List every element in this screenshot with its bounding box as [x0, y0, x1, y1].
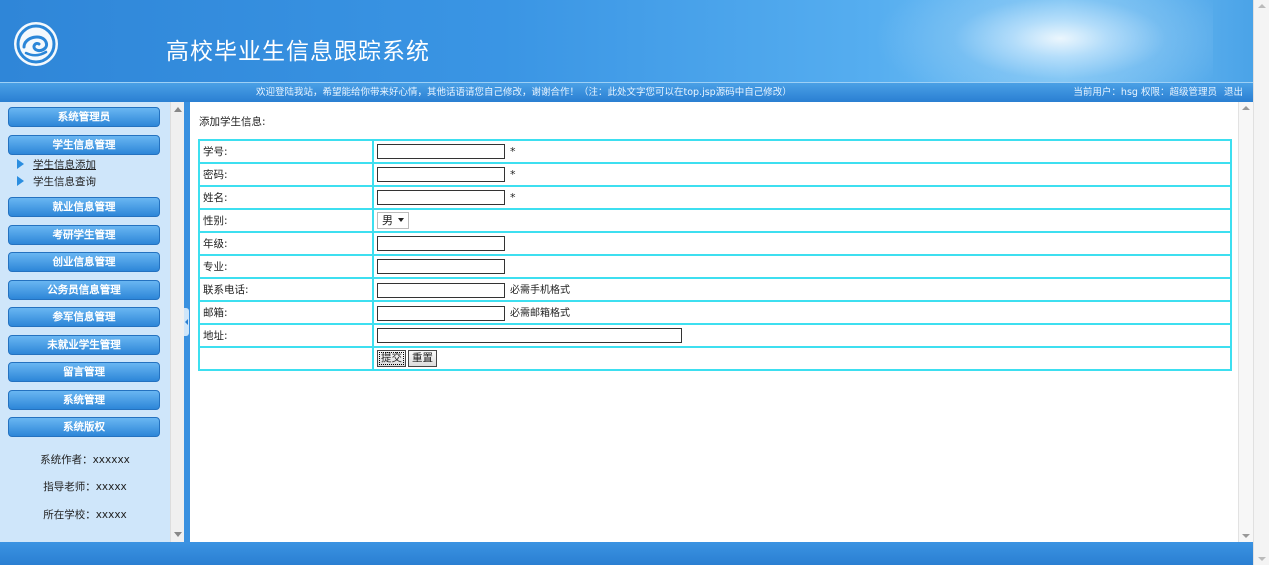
scroll-down-icon[interactable]: [1242, 534, 1250, 538]
top-info-bar: 欢迎登陆我站，希望能给你带来好心情，其他话语请您自己修改，谢谢合作！（注：此处文…: [0, 82, 1253, 102]
required-mark: *: [510, 144, 516, 158]
scroll-up-icon[interactable]: [1258, 4, 1266, 8]
system-title: 高校毕业生信息跟踪系统: [166, 39, 430, 65]
window-scrollbar[interactable]: [1253, 0, 1269, 565]
credit-school: 所在学校：xxxxx: [43, 509, 127, 521]
table-row: 姓名: *: [200, 187, 1230, 208]
menu-system-admin[interactable]: 系统管理员: [8, 107, 160, 127]
sidebar-menu: 系统管理员 学生信息管理 学生信息添加 学生信息查询 就业信息管理 考研学生管理…: [0, 102, 170, 542]
table-row: 专业:: [200, 256, 1230, 277]
student-id-input[interactable]: [377, 144, 505, 159]
scroll-down-icon[interactable]: [174, 532, 182, 537]
sidebar-item-label: 学生信息添加: [33, 159, 96, 171]
email-format-hint: 必需邮箱格式: [510, 308, 570, 320]
current-user-text: 当前用户：hsg 权限：超级管理员: [1073, 87, 1217, 98]
table-row: 性别: 男: [200, 210, 1230, 231]
field-label: 邮箱:: [200, 302, 372, 323]
gender-select[interactable]: 男: [377, 212, 409, 229]
field-label: 密码:: [200, 164, 372, 185]
menu-postgrad-students[interactable]: 考研学生管理: [8, 225, 160, 245]
grade-input[interactable]: [377, 236, 505, 251]
student-form-table: 学号: * 密码: * 姓名: * 性别: 男 年级: 专业: 联系电话: 必需…: [198, 139, 1232, 371]
table-row: 提交 重置: [200, 348, 1230, 369]
menu-system-copyright[interactable]: 系统版权: [8, 417, 160, 437]
main-content: 添加学生信息: 学号: * 密码: * 姓名: * 性别: 男 年级: 专业: …: [190, 102, 1238, 542]
submit-button[interactable]: 提交: [377, 350, 406, 367]
field-label: 联系电话:: [200, 279, 372, 300]
header-swirl-decoration: [873, 0, 1213, 82]
required-mark: *: [510, 190, 516, 204]
table-row: 密码: *: [200, 164, 1230, 185]
sidebar-scrollbar[interactable]: [170, 102, 184, 542]
collapse-handle[interactable]: [184, 308, 189, 336]
credit-author: 系统作者：xxxxxx: [40, 454, 130, 466]
menu-civil-servant-info[interactable]: 公务员信息管理: [8, 280, 160, 300]
system-logo-icon: [14, 22, 58, 66]
welcome-text: 欢迎登陆我站，希望能给你带来好心情，其他话语请您自己修改，谢谢合作！（注：此处文…: [256, 87, 792, 98]
menu-military-info[interactable]: 参军信息管理: [8, 307, 160, 327]
address-input[interactable]: [377, 328, 682, 343]
scroll-up-icon[interactable]: [1242, 106, 1250, 110]
menu-unemployed-students[interactable]: 未就业学生管理: [8, 335, 160, 355]
arrow-right-icon: [17, 176, 24, 186]
table-row: 联系电话: 必需手机格式: [200, 279, 1230, 300]
chevron-left-icon: [185, 319, 188, 325]
header-banner: 高校毕业生信息跟踪系统: [0, 0, 1253, 82]
page-title: 添加学生信息:: [199, 116, 266, 128]
name-input[interactable]: [377, 190, 505, 205]
field-label: 性别:: [200, 210, 372, 231]
chevron-down-icon: [398, 218, 404, 222]
required-mark: *: [510, 167, 516, 181]
menu-startup-info[interactable]: 创业信息管理: [8, 252, 160, 272]
scroll-down-icon[interactable]: [1258, 557, 1266, 561]
field-label: 专业:: [200, 256, 372, 277]
phone-format-hint: 必需手机格式: [510, 285, 570, 297]
menu-student-info[interactable]: 学生信息管理: [8, 135, 160, 155]
menu-messages[interactable]: 留言管理: [8, 362, 160, 382]
password-input[interactable]: [377, 167, 505, 182]
menu-employment-info[interactable]: 就业信息管理: [8, 197, 160, 217]
table-row: 学号: *: [200, 141, 1230, 162]
field-label: 地址:: [200, 325, 372, 346]
footer-bar: [0, 542, 1253, 565]
gender-selected-value: 男: [382, 214, 393, 227]
sidebar-item-student-query[interactable]: 学生信息查询: [17, 175, 96, 189]
reset-button[interactable]: 重置: [408, 350, 437, 367]
email-input[interactable]: [377, 305, 505, 321]
logout-link[interactable]: 退出: [1224, 87, 1243, 98]
scroll-up-icon[interactable]: [174, 107, 182, 112]
table-row: 地址:: [200, 325, 1230, 346]
arrow-right-icon: [17, 159, 24, 169]
credit-advisor: 指导老师：xxxxx: [43, 481, 127, 493]
field-label: 姓名:: [200, 187, 372, 208]
sidebar-item-label: 学生信息查询: [33, 176, 96, 188]
main-scrollbar[interactable]: [1238, 102, 1253, 542]
empty-cell: [200, 348, 372, 369]
menu-system-management[interactable]: 系统管理: [8, 390, 160, 410]
sidebar-item-student-add[interactable]: 学生信息添加: [17, 158, 96, 172]
major-input[interactable]: [377, 259, 505, 274]
table-row: 邮箱: 必需邮箱格式: [200, 302, 1230, 323]
phone-input[interactable]: [377, 282, 505, 298]
user-info: 当前用户：hsg 权限：超级管理员 退出: [1073, 83, 1243, 102]
field-label: 年级:: [200, 233, 372, 254]
field-label: 学号:: [200, 141, 372, 162]
table-row: 年级:: [200, 233, 1230, 254]
